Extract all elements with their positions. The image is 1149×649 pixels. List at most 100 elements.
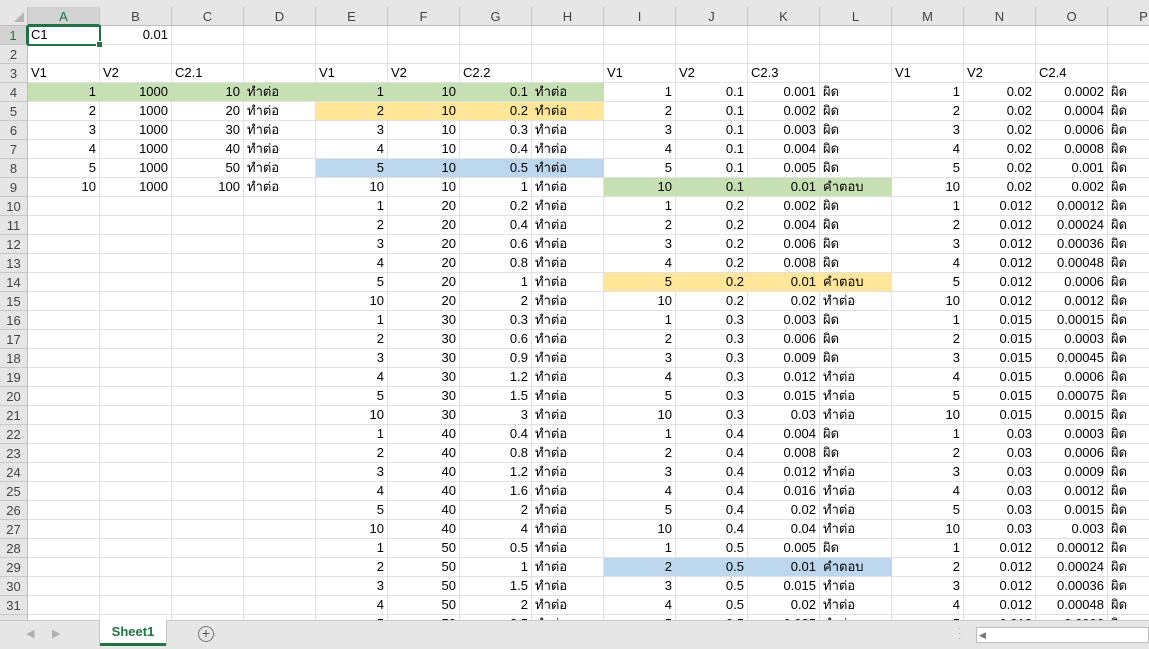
cell-h2[interactable]	[532, 45, 604, 64]
cell-a8[interactable]: 5	[28, 159, 100, 178]
cell-p5[interactable]: ผิด	[1108, 102, 1149, 121]
cell-j10[interactable]: 0.2	[676, 197, 748, 216]
cell-g27[interactable]: 4	[460, 520, 532, 539]
cell-g30[interactable]: 1.5	[460, 577, 532, 596]
cell-a24[interactable]	[28, 463, 100, 482]
cell-e29[interactable]: 2	[316, 558, 388, 577]
cell-e6[interactable]: 3	[316, 121, 388, 140]
cell-o19[interactable]: 0.0006	[1036, 368, 1108, 387]
cell-i16[interactable]: 1	[604, 311, 676, 330]
cell-n13[interactable]: 0.012	[964, 254, 1036, 273]
cell-p22[interactable]: ผิด	[1108, 425, 1149, 444]
cell-p31[interactable]: ผิด	[1108, 596, 1149, 615]
cell-h28[interactable]: ทำต่อ	[532, 539, 604, 558]
cell-n28[interactable]: 0.012	[964, 539, 1036, 558]
cell-n12[interactable]: 0.012	[964, 235, 1036, 254]
cell-c25[interactable]	[172, 482, 244, 501]
cell-l29[interactable]: คำตอบ	[820, 558, 892, 577]
cell-g5[interactable]: 0.2	[460, 102, 532, 121]
cell-e11[interactable]: 2	[316, 216, 388, 235]
cell-l19[interactable]: ทำต่อ	[820, 368, 892, 387]
cell-i23[interactable]: 2	[604, 444, 676, 463]
cell-l28[interactable]: ผิด	[820, 539, 892, 558]
cell-k20[interactable]: 0.015	[748, 387, 820, 406]
cell-j1[interactable]	[676, 26, 748, 45]
cell-j20[interactable]: 0.3	[676, 387, 748, 406]
cell-j12[interactable]: 0.2	[676, 235, 748, 254]
cell-d21[interactable]	[244, 406, 316, 425]
cell-c6[interactable]: 30	[172, 121, 244, 140]
cell-o14[interactable]: 0.0006	[1036, 273, 1108, 292]
row-header-31[interactable]: 31	[0, 596, 28, 615]
cell-l30[interactable]: ทำต่อ	[820, 577, 892, 596]
cell-j3[interactable]: V2	[676, 64, 748, 83]
column-header-k[interactable]: K	[748, 7, 820, 26]
horizontal-scrollbar[interactable]: ◀	[976, 627, 1149, 643]
cell-a26[interactable]	[28, 501, 100, 520]
row-header-28[interactable]: 28	[0, 539, 28, 558]
cell-j5[interactable]: 0.1	[676, 102, 748, 121]
cell-i6[interactable]: 3	[604, 121, 676, 140]
cell-j29[interactable]: 0.5	[676, 558, 748, 577]
cell-i9[interactable]: 10	[604, 178, 676, 197]
cell-l14[interactable]: คำตอบ	[820, 273, 892, 292]
cell-l16[interactable]: ผิด	[820, 311, 892, 330]
cell-p23[interactable]: ผิด	[1108, 444, 1149, 463]
cell-i25[interactable]: 4	[604, 482, 676, 501]
cell-h20[interactable]: ทำต่อ	[532, 387, 604, 406]
cell-o7[interactable]: 0.0008	[1036, 140, 1108, 159]
cell-l9[interactable]: คำตอบ	[820, 178, 892, 197]
cell-f13[interactable]: 20	[388, 254, 460, 273]
cell-d1[interactable]	[244, 26, 316, 45]
cell-b14[interactable]	[100, 273, 172, 292]
cell-h24[interactable]: ทำต่อ	[532, 463, 604, 482]
cell-k27[interactable]: 0.04	[748, 520, 820, 539]
cell-n6[interactable]: 0.02	[964, 121, 1036, 140]
cell-p4[interactable]: ผิด	[1108, 83, 1149, 102]
cell-a6[interactable]: 3	[28, 121, 100, 140]
cell-p30[interactable]: ผิด	[1108, 577, 1149, 596]
cell-i2[interactable]	[604, 45, 676, 64]
cell-i31[interactable]: 4	[604, 596, 676, 615]
cell-c31[interactable]	[172, 596, 244, 615]
row-header-27[interactable]: 27	[0, 520, 28, 539]
cell-o30[interactable]: 0.00036	[1036, 577, 1108, 596]
cell-l22[interactable]: ผิด	[820, 425, 892, 444]
cell-n3[interactable]: V2	[964, 64, 1036, 83]
cell-f1[interactable]	[388, 26, 460, 45]
cell-j14[interactable]: 0.2	[676, 273, 748, 292]
cell-e1[interactable]	[316, 26, 388, 45]
cell-o31[interactable]: 0.00048	[1036, 596, 1108, 615]
cell-d10[interactable]	[244, 197, 316, 216]
cell-n18[interactable]: 0.015	[964, 349, 1036, 368]
cell-d30[interactable]	[244, 577, 316, 596]
cell-a29[interactable]	[28, 558, 100, 577]
cell-h25[interactable]: ทำต่อ	[532, 482, 604, 501]
cell-l20[interactable]: ทำต่อ	[820, 387, 892, 406]
cell-j13[interactable]: 0.2	[676, 254, 748, 273]
cell-k2[interactable]	[748, 45, 820, 64]
cell-a13[interactable]	[28, 254, 100, 273]
cell-l10[interactable]: ผิด	[820, 197, 892, 216]
cell-j17[interactable]: 0.3	[676, 330, 748, 349]
cell-k5[interactable]: 0.002	[748, 102, 820, 121]
cell-o8[interactable]: 0.001	[1036, 159, 1108, 178]
cell-h13[interactable]: ทำต่อ	[532, 254, 604, 273]
cell-d5[interactable]: ทำต่อ	[244, 102, 316, 121]
cell-e13[interactable]: 4	[316, 254, 388, 273]
cell-h26[interactable]: ทำต่อ	[532, 501, 604, 520]
cell-b6[interactable]: 1000	[100, 121, 172, 140]
cell-k31[interactable]: 0.02	[748, 596, 820, 615]
cell-h15[interactable]: ทำต่อ	[532, 292, 604, 311]
cell-e16[interactable]: 1	[316, 311, 388, 330]
cell-c30[interactable]	[172, 577, 244, 596]
cell-g9[interactable]: 1	[460, 178, 532, 197]
cell-o15[interactable]: 0.0012	[1036, 292, 1108, 311]
cell-f15[interactable]: 20	[388, 292, 460, 311]
cell-e17[interactable]: 2	[316, 330, 388, 349]
row-header-7[interactable]: 7	[0, 140, 28, 159]
cell-d22[interactable]	[244, 425, 316, 444]
row-header-6[interactable]: 6	[0, 121, 28, 140]
cell-b10[interactable]	[100, 197, 172, 216]
cell-o27[interactable]: 0.003	[1036, 520, 1108, 539]
